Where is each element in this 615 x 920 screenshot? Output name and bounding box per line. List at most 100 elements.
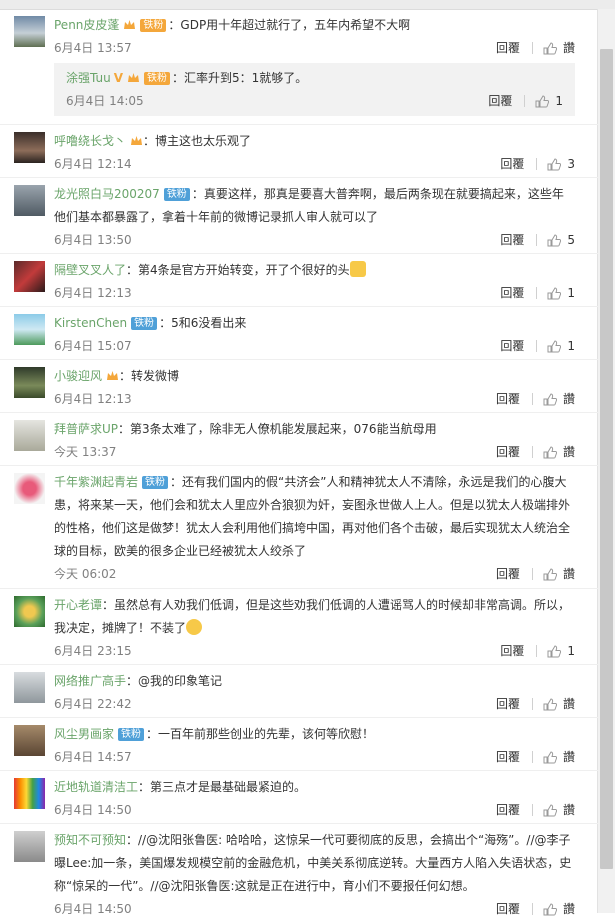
reply-button[interactable]: 回覆 — [496, 563, 520, 585]
comment-meta: 6月4日 14:50 回覆 讚 — [54, 898, 575, 920]
like-button[interactable]: 讚 — [543, 441, 575, 463]
avatar[interactable] — [14, 420, 45, 451]
username-link[interactable]: 龙光照白马200207 — [54, 187, 160, 201]
reply-button[interactable]: 回覆 — [496, 693, 520, 715]
sub-reply-content: ：汇率升到5：1就够了。 — [172, 71, 308, 85]
comment-meta: 今天 13:37 回覆 讚 — [54, 441, 575, 463]
username-link[interactable]: 预知不可预知 — [54, 833, 126, 847]
avatar[interactable] — [14, 596, 45, 627]
username-link[interactable]: Penn皮皮蓬 — [54, 18, 119, 32]
like-count: 讚 — [562, 803, 575, 817]
like-button[interactable]: 讚 — [543, 37, 575, 59]
comment-text-line: 隔壁叉叉人了：第4条是官方开始转变，开了个很好的头 — [54, 259, 575, 282]
divider — [531, 804, 533, 816]
username-link[interactable]: 网络推广高手 — [54, 674, 126, 688]
like-count: 讚 — [562, 697, 575, 711]
reply-button[interactable]: 回覆 — [496, 746, 520, 768]
crown-icon — [130, 131, 143, 145]
like-button[interactable]: 3 — [547, 153, 575, 175]
comment-item: 小骏迎风 ：转发微博 6月4日 12:13 回覆 讚 — [0, 360, 598, 413]
timestamp: 6月4日 22:42 — [54, 697, 132, 711]
timestamp: 6月4日 14:05 — [66, 94, 144, 108]
comment-item: 拜普萨求UP：第3条太难了，除非无人僚机能发展起来，076能当航母用 今天 13… — [0, 413, 598, 466]
username-link[interactable]: KirstenChen — [54, 316, 127, 330]
like-count: 1 — [567, 286, 575, 300]
reply-button[interactable]: 回覆 — [500, 229, 524, 251]
like-count: 5 — [567, 233, 575, 247]
thumbs-up-icon — [543, 567, 557, 580]
avatar[interactable] — [14, 778, 45, 809]
username-link[interactable]: 小骏迎风 — [54, 369, 102, 383]
scrollbar-thumb[interactable] — [600, 49, 613, 869]
avatar[interactable] — [14, 185, 45, 216]
reply-button[interactable]: 回覆 — [488, 90, 512, 112]
avatar[interactable] — [14, 16, 45, 47]
timestamp: 今天 13:37 — [54, 445, 117, 459]
avatar[interactable] — [14, 367, 45, 398]
reply-button[interactable]: 回覆 — [500, 640, 524, 662]
like-count: 3 — [567, 157, 575, 171]
avatar[interactable] — [14, 725, 45, 756]
divider — [536, 340, 538, 352]
like-button[interactable]: 1 — [547, 640, 575, 662]
avatar[interactable] — [14, 672, 45, 703]
username-link[interactable]: 近地轨道清洁工 — [54, 780, 138, 794]
reply-button[interactable]: 回覆 — [496, 37, 520, 59]
like-button[interactable]: 讚 — [543, 799, 575, 821]
like-button[interactable]: 5 — [547, 229, 575, 251]
reply-button[interactable]: 回覆 — [496, 898, 520, 920]
like-button[interactable]: 1 — [547, 282, 575, 304]
thumbs-up-icon — [547, 157, 562, 170]
username-link[interactable]: 隔壁叉叉人了 — [54, 263, 126, 277]
reply-button[interactable]: 回覆 — [496, 388, 520, 410]
avatar[interactable] — [14, 473, 45, 504]
comment-meta: 6月4日 13:57 回覆 讚 — [54, 37, 575, 59]
like-button[interactable]: 讚 — [543, 746, 575, 768]
divider — [536, 234, 538, 246]
fan-badge: 铁粉 — [163, 188, 190, 201]
avatar[interactable] — [14, 261, 45, 292]
comment-text: ：一百年前那些创业的先辈，该何等欣慰！ — [146, 727, 375, 741]
like-count: 1 — [567, 339, 575, 353]
avatar[interactable] — [14, 314, 45, 345]
comment-item: 呼噜绕长戈丶 ：博主这也太乐观了 6月4日 12:14 回覆 3 — [0, 125, 598, 178]
divider — [531, 446, 533, 458]
fan-badge: 铁粉 — [131, 317, 158, 330]
reply-button[interactable]: 回覆 — [500, 282, 524, 304]
comment-item: 预知不可预知：//@沈阳张鲁医: 哈哈哈，这惊呆一代可要彻底的反思，会搞出个“海… — [0, 824, 598, 920]
comment-text-line: 呼噜绕长戈丶 ：博主这也太乐观了 — [54, 130, 575, 153]
like-button[interactable]: 讚 — [543, 388, 575, 410]
comment-text-line: 龙光照白马200207 铁粉 ：真要这样，那真是要喜大普奔啊，最后两条现在就要搞起来… — [54, 183, 575, 229]
thumbs-up-icon — [543, 41, 557, 54]
like-button[interactable]: 讚 — [543, 563, 575, 585]
comment-text: ：博主这也太乐观了 — [143, 134, 252, 148]
username-link[interactable]: 开心老谭 — [54, 598, 102, 612]
reply-button[interactable]: 回覆 — [500, 335, 524, 357]
thumbs-up-icon — [543, 697, 557, 710]
timestamp: 6月4日 14:50 — [54, 803, 132, 817]
like-count: 讚 — [562, 392, 575, 406]
username-link[interactable]: 风尘男画家 — [54, 727, 114, 741]
like-count: 讚 — [562, 750, 575, 764]
timestamp: 6月4日 12:13 — [54, 392, 132, 406]
avatar[interactable] — [14, 831, 45, 862]
sub-username-link[interactable]: 涂强Tuu — [66, 71, 111, 85]
timestamp: 6月4日 14:57 — [54, 750, 132, 764]
comment-meta: 6月4日 12:14 回覆 3 — [54, 153, 575, 175]
like-button[interactable]: 讚 — [543, 693, 575, 715]
reply-button[interactable]: 回覆 — [496, 799, 520, 821]
username-link[interactable]: 呼噜绕长戈丶 — [54, 134, 126, 148]
comment-text-line: 小骏迎风 ：转发微博 — [54, 365, 575, 388]
sunglasses-face-icon — [186, 619, 203, 635]
username-link[interactable]: 拜普萨求UP — [54, 422, 118, 436]
reply-button[interactable]: 回覆 — [496, 441, 520, 463]
like-button[interactable]: 1 — [547, 335, 575, 357]
comment-item: 开心老谭：虽然总有人劝我们低调，但是这些劝我们低调的人遭谣骂人的时候却非常高调。… — [0, 589, 598, 665]
like-button[interactable]: 1 — [535, 90, 563, 112]
username-link[interactable]: 千年紫渊起青岩 — [54, 475, 138, 489]
like-button[interactable]: 讚 — [543, 898, 575, 920]
comment-meta: 6月4日 14:57 回覆 讚 — [54, 746, 575, 768]
reply-button[interactable]: 回覆 — [500, 153, 524, 175]
vertical-scrollbar[interactable] — [597, 9, 615, 913]
avatar[interactable] — [14, 132, 45, 163]
